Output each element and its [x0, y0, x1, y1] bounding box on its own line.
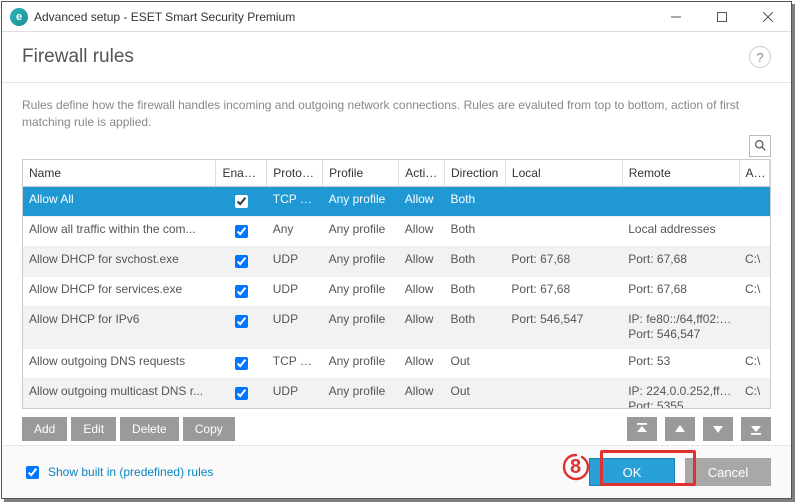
col-name[interactable]: Name [23, 160, 216, 187]
description-text: Rules define how the firewall handles in… [22, 97, 771, 131]
move-down-button[interactable] [703, 417, 733, 441]
col-profile[interactable]: Profile [323, 160, 399, 187]
search-button[interactable] [749, 135, 771, 157]
row-enabled-checkbox[interactable] [235, 285, 248, 298]
ok-button[interactable]: OK [589, 458, 675, 486]
row-enabled-checkbox[interactable] [235, 357, 248, 370]
col-protocol[interactable]: Protocol [267, 160, 323, 187]
close-button[interactable] [745, 2, 791, 32]
copy-button[interactable]: Copy [183, 417, 235, 441]
edit-button[interactable]: Edit [71, 417, 116, 441]
rules-table: Name Enabled Protocol Profile Action Dir… [22, 159, 771, 409]
col-direction[interactable]: Direction [444, 160, 505, 187]
col-app[interactable]: Ap... [739, 160, 769, 187]
delete-button[interactable]: Delete [120, 417, 179, 441]
eset-logo-icon [10, 8, 28, 26]
add-button[interactable]: Add [22, 417, 67, 441]
page-title: Firewall rules [22, 46, 134, 68]
table-row[interactable]: Allow DHCP for svchost.exeUDPAny profile… [23, 246, 770, 276]
move-bottom-button[interactable] [741, 417, 771, 441]
col-enabled[interactable]: Enabled [216, 160, 267, 187]
move-up-button[interactable] [665, 417, 695, 441]
footer: Show built in (predefined) rules OK Canc… [2, 445, 791, 498]
table-row[interactable]: Allow outgoing DNS requestsTCP &...Any p… [23, 348, 770, 378]
row-enabled-checkbox[interactable] [235, 255, 248, 268]
show-builtin-input[interactable] [26, 466, 39, 479]
maximize-button[interactable] [699, 2, 745, 32]
help-button[interactable]: ? [749, 46, 771, 68]
titlebar: Advanced setup - ESET Smart Security Pre… [2, 2, 791, 32]
window-title: Advanced setup - ESET Smart Security Pre… [34, 10, 295, 24]
table-row[interactable]: Allow all traffic within the com...AnyAn… [23, 216, 770, 246]
cancel-button[interactable]: Cancel [685, 458, 771, 486]
page-header: Firewall rules ? [2, 32, 791, 83]
row-enabled-checkbox[interactable] [235, 195, 248, 208]
table-row[interactable]: Allow DHCP for services.exeUDPAny profil… [23, 276, 770, 306]
row-enabled-checkbox[interactable] [235, 315, 248, 328]
col-action[interactable]: Action [399, 160, 445, 187]
table-row[interactable]: Allow outgoing multicast DNS r...UDPAny … [23, 378, 770, 409]
show-builtin-label: Show built in (predefined) rules [48, 465, 213, 479]
action-bar: Add Edit Delete Copy [22, 409, 771, 445]
table-row[interactable]: Allow AllTCP &...Any profileAllowBoth [23, 186, 770, 216]
row-enabled-checkbox[interactable] [235, 225, 248, 238]
col-local[interactable]: Local [505, 160, 622, 187]
show-builtin-checkbox[interactable]: Show built in (predefined) rules [22, 463, 213, 482]
move-top-button[interactable] [627, 417, 657, 441]
table-row[interactable]: Allow DHCP for IPv6UDPAny profileAllowBo… [23, 306, 770, 348]
row-enabled-checkbox[interactable] [235, 387, 248, 400]
minimize-button[interactable] [653, 2, 699, 32]
col-remote[interactable]: Remote [622, 160, 739, 187]
